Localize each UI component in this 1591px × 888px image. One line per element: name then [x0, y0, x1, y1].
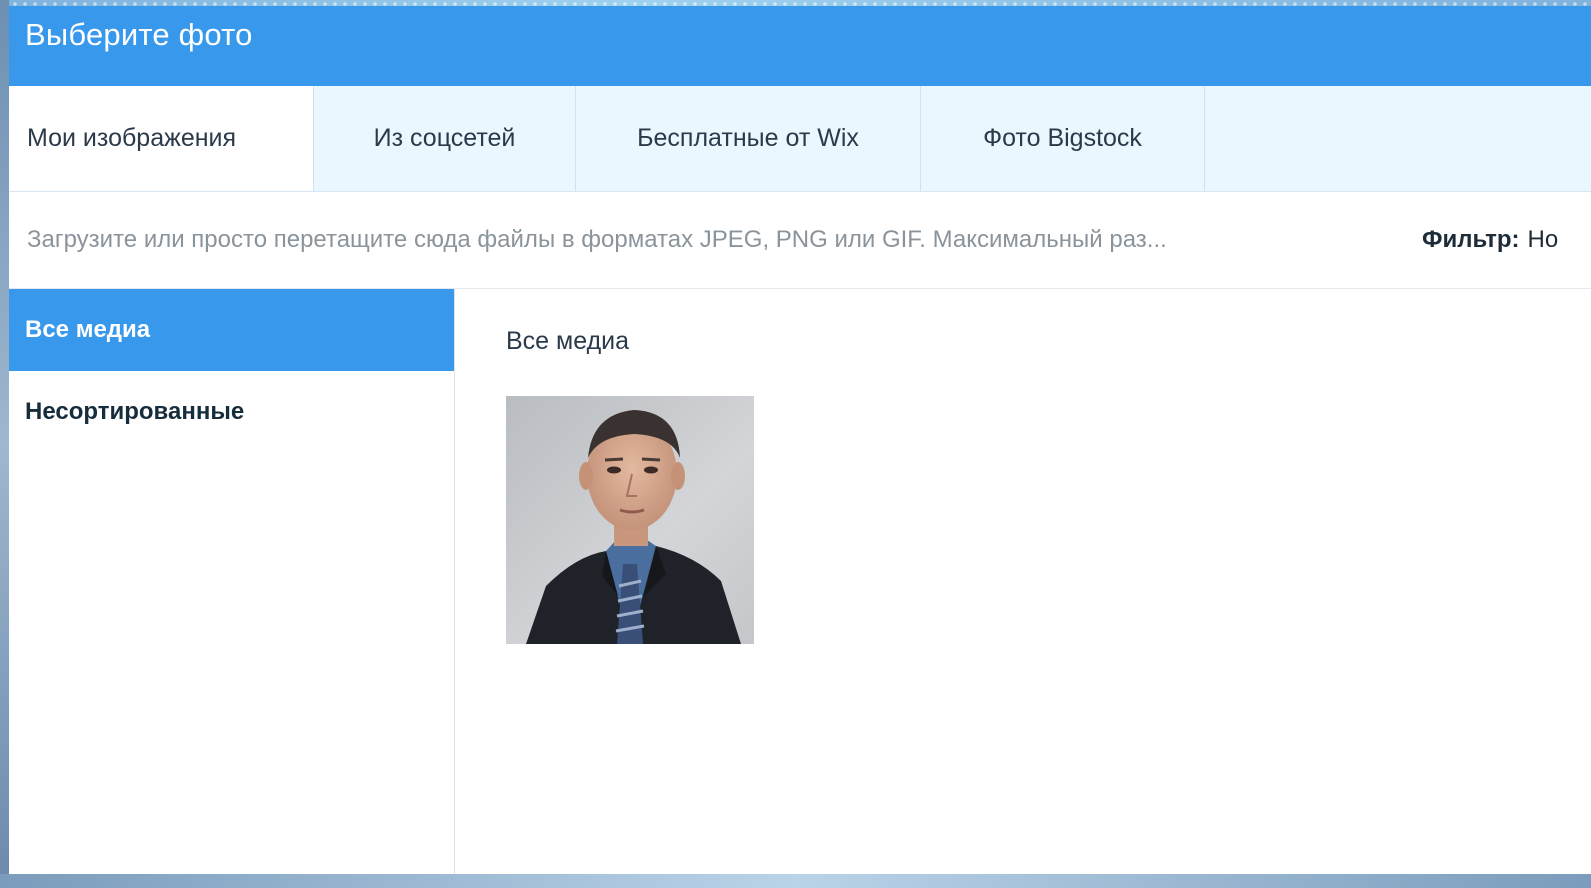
media-picker-dialog: Выберите фото Мои изображения Из соцсете…: [9, 6, 1591, 874]
upload-bar[interactable]: Загрузите или просто перетащите сюда фай…: [9, 192, 1591, 289]
upload-hint: Загрузите или просто перетащите сюда фай…: [27, 226, 1167, 253]
filter-label: Фильтр:: [1422, 226, 1520, 253]
background-left-decoration: [0, 0, 9, 888]
content-title: Все медиа: [506, 327, 630, 355]
sidebar-item-label: Все медиа: [25, 316, 151, 343]
tab-my-images[interactable]: Мои изображения: [9, 86, 314, 191]
tab-social[interactable]: Из соцсетей: [314, 86, 576, 191]
dialog-header: Выберите фото: [9, 6, 1591, 86]
background-bottom-decoration: [0, 874, 1591, 888]
tab-label: Мои изображения: [27, 124, 237, 152]
dialog-title: Выберите фото: [25, 17, 253, 52]
dialog-body: Все медиа Несортированные Все медиа: [9, 289, 1591, 874]
sidebar-item-all-media[interactable]: Все медиа: [9, 289, 454, 371]
media-thumbnail-photo[interactable]: [506, 396, 754, 644]
tab-bigstock[interactable]: Фото Bigstock: [921, 86, 1205, 191]
tabs-filler: [1205, 86, 1591, 191]
sidebar-item-unsorted[interactable]: Несортированные: [9, 371, 454, 453]
media-grid: Все медиа: [455, 289, 1591, 874]
tab-free-wix[interactable]: Бесплатные от Wix: [576, 86, 921, 191]
filter-control[interactable]: Фильтр: Но: [1422, 226, 1558, 254]
folder-sidebar: Все медиа Несортированные: [9, 289, 455, 874]
sidebar-item-label: Несортированные: [25, 398, 245, 425]
tab-label: Бесплатные от Wix: [637, 124, 859, 152]
portrait-photo: [506, 396, 754, 644]
filter-value[interactable]: Но: [1528, 226, 1559, 254]
tab-label: Фото Bigstock: [983, 124, 1142, 152]
tab-label: Из соцсетей: [373, 124, 516, 152]
source-tabs: Мои изображения Из соцсетей Бесплатные о…: [9, 86, 1591, 192]
